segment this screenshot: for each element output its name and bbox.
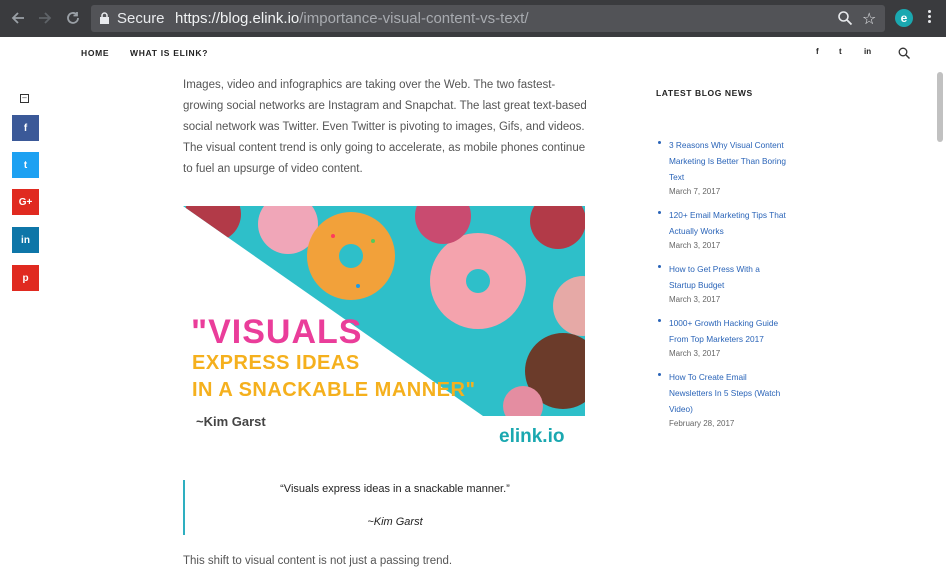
browser-toolbar: Secure https://blog.elink.io/importance-… (0, 0, 946, 37)
article-paragraph: Images, video and infographics are takin… (183, 79, 587, 175)
list-item: How to Get Press With a Startup Budget M… (656, 261, 786, 307)
news-date: March 3, 2017 (669, 295, 721, 304)
linkedin-icon[interactable]: in (864, 47, 871, 56)
news-link[interactable]: How To Create Email Newsletters In 5 Ste… (669, 369, 786, 417)
share-twitter-button[interactable]: t (12, 152, 39, 178)
share-googleplus-button[interactable]: G+ (12, 189, 39, 215)
latest-news-list: 3 Reasons Why Visual Content Marketing I… (656, 137, 786, 439)
news-link[interactable]: 120+ Email Marketing Tips That Actually … (669, 207, 786, 239)
secure-label: Secure (117, 10, 165, 27)
news-link[interactable]: 1000+ Growth Hacking Guide From Top Mark… (669, 315, 786, 347)
news-link[interactable]: 3 Reasons Why Visual Content Marketing I… (669, 137, 786, 185)
share-facebook-button[interactable]: f (12, 115, 39, 141)
news-link[interactable]: How to Get Press With a Startup Budget (669, 261, 786, 293)
elink-extension-icon[interactable]: e (895, 9, 913, 27)
list-item: 1000+ Growth Hacking Guide From Top Mark… (656, 315, 786, 361)
reload-icon[interactable] (63, 8, 83, 28)
hero-author: ~Kim Garst (196, 414, 266, 429)
sidebar-title: LATEST BLOG NEWS (656, 88, 753, 98)
bookmark-star-icon[interactable]: ☆ (862, 9, 876, 29)
blockquote-author: ~Kim Garst (367, 516, 423, 528)
news-date: March 7, 2017 (669, 187, 721, 196)
forward-icon[interactable] (35, 8, 55, 28)
nav-what-is-elink[interactable]: WHAT IS ELINK? (130, 48, 208, 58)
facebook-icon[interactable]: f (816, 47, 819, 56)
url-text[interactable]: https://blog.elink.io/importance-visual-… (175, 10, 529, 27)
back-icon[interactable] (8, 8, 28, 28)
elink-logo: elink.io (499, 426, 565, 447)
twitter-icon[interactable]: t (839, 47, 842, 56)
search-icon[interactable] (898, 47, 910, 59)
news-date: March 3, 2017 (669, 349, 721, 358)
browser-menu-icon[interactable] (926, 8, 932, 28)
hero-quote-line1: "VISUALS (191, 313, 363, 351)
blockquote: “Visuals express ideas in a snackable ma… (183, 480, 593, 535)
share-linkedin-button[interactable]: in (12, 227, 39, 253)
blockquote-text: “Visuals express ideas in a snackable ma… (280, 483, 510, 495)
hero-image: "VISUALS EXPRESS IDEAS IN A SNACKABLE MA… (183, 206, 585, 454)
list-item: How To Create Email Newsletters In 5 Ste… (656, 369, 786, 431)
list-item: 120+ Email Marketing Tips That Actually … (656, 207, 786, 253)
collapse-icon[interactable]: – (20, 94, 29, 103)
news-date: March 3, 2017 (669, 241, 721, 250)
nav-home[interactable]: HOME (81, 48, 109, 58)
zoom-icon[interactable] (837, 10, 853, 26)
hero-quote-line2: EXPRESS IDEAS (192, 352, 360, 374)
address-bar[interactable]: Secure https://blog.elink.io/importance-… (91, 5, 885, 32)
lock-icon (100, 12, 109, 24)
article-paragraph: This shift to visual content is not just… (183, 555, 453, 567)
site-header: HOME WHAT IS ELINK? f t in (0, 37, 946, 71)
news-date: February 28, 2017 (669, 419, 735, 428)
hero-quote-line3: IN A SNACKABLE MANNER" (192, 379, 476, 401)
list-item: 3 Reasons Why Visual Content Marketing I… (656, 137, 786, 199)
share-pinterest-button[interactable]: p (12, 265, 39, 291)
page-scrollbar[interactable] (937, 72, 943, 142)
